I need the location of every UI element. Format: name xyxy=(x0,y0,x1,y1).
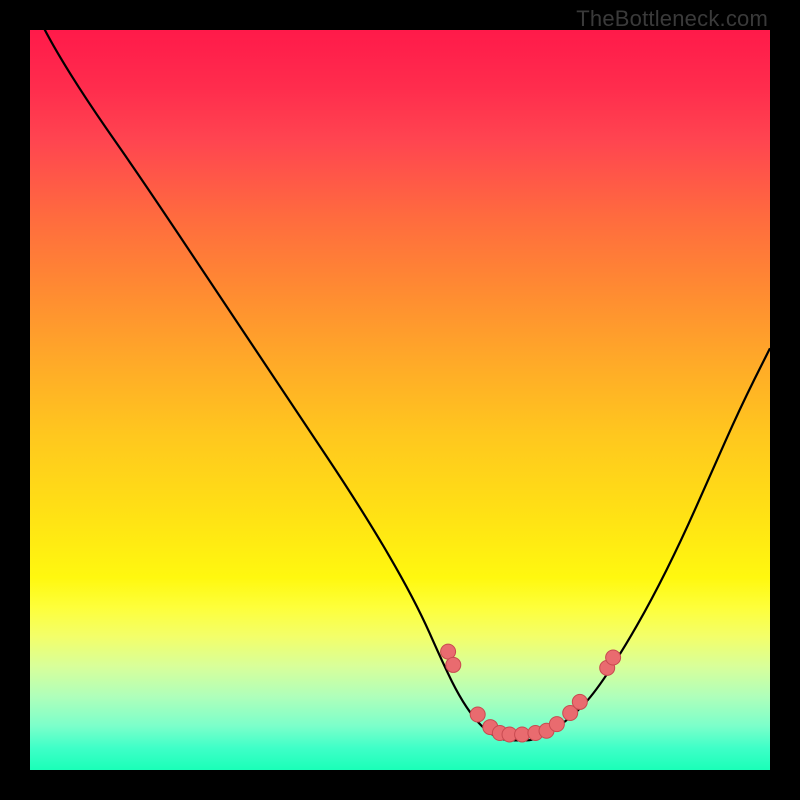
data-marker xyxy=(470,707,485,722)
data-marker xyxy=(549,717,564,732)
chart-container: TheBottleneck.com xyxy=(0,0,800,800)
data-marker xyxy=(441,644,456,659)
data-marker xyxy=(515,727,530,742)
watermark-text: TheBottleneck.com xyxy=(576,6,768,32)
chart-svg xyxy=(30,30,770,770)
data-marker xyxy=(606,650,621,665)
bottleneck-curve xyxy=(30,0,770,740)
data-marker xyxy=(446,657,461,672)
data-marker xyxy=(572,694,587,709)
curve-group xyxy=(30,0,770,740)
